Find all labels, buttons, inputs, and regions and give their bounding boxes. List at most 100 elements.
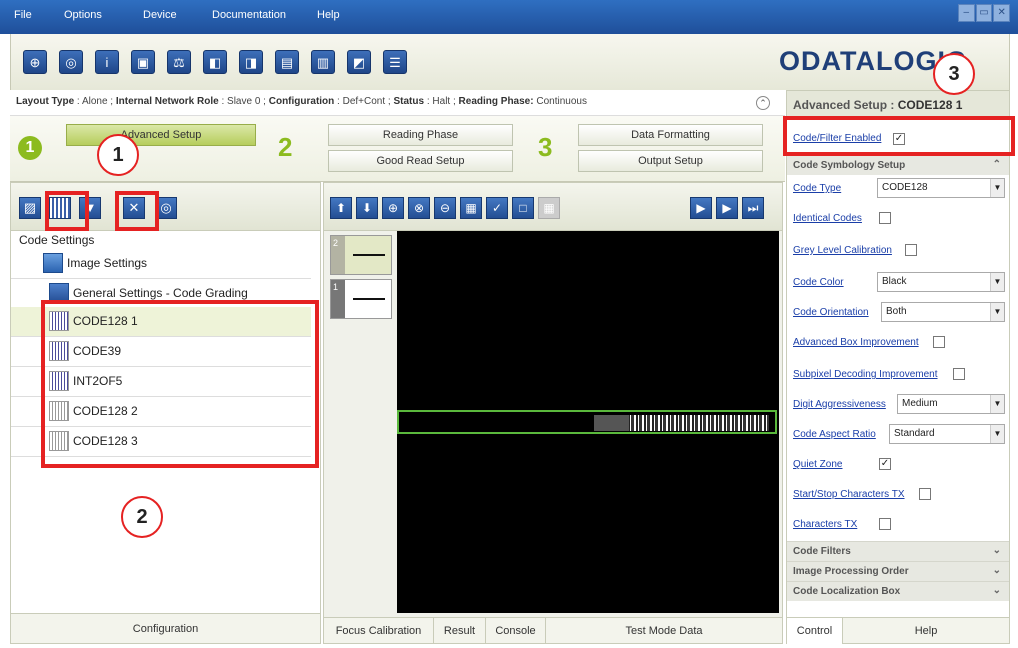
capture-icon[interactable]: ▶	[690, 197, 712, 219]
add-image-icon[interactable]: ▨	[19, 197, 41, 219]
window-icon[interactable]: ▣	[131, 50, 155, 74]
section-label: Code Localization Box	[793, 586, 901, 597]
frame-icon[interactable]: □	[512, 197, 534, 219]
digit-aggressiveness-select[interactable]: Medium ▼	[897, 394, 1005, 414]
menu-options[interactable]: Options	[64, 9, 102, 21]
code-color-link[interactable]: Code Color	[793, 277, 844, 288]
reading-phase-button[interactable]: Reading Phase	[328, 124, 513, 146]
image-display[interactable]	[397, 231, 779, 613]
menu-device[interactable]: Device	[143, 9, 177, 21]
move-up-icon[interactable]: ⬆	[330, 197, 352, 219]
zoom-in-icon[interactable]: ⊕	[382, 197, 404, 219]
tree-item-label: General Settings - Code Grading	[73, 286, 248, 300]
configuration-value: Def+Cont	[342, 96, 386, 107]
code-color-value: Black	[882, 276, 907, 287]
digit-aggressiveness-link[interactable]: Digit Aggressiveness	[793, 399, 886, 410]
callout-3: 3	[933, 53, 975, 95]
tree-root-code-settings[interactable]: Code Settings	[11, 231, 311, 249]
tree-item-label: Image Settings	[67, 256, 148, 270]
close-button[interactable]: ✕	[993, 4, 1011, 22]
menu-file[interactable]: File	[14, 9, 32, 21]
identical-codes-checkbox[interactable]	[879, 212, 891, 224]
advanced-box-link[interactable]: Advanced Box Improvement	[793, 337, 919, 348]
characters-tx-checkbox[interactable]	[879, 518, 891, 530]
menu-documentation[interactable]: Documentation	[212, 9, 286, 21]
tab-control[interactable]: Control	[787, 618, 843, 644]
aspect-ratio-link[interactable]: Code Aspect Ratio	[793, 429, 876, 440]
annotation-box-delete	[115, 191, 159, 231]
start-stop-link[interactable]: Start/Stop Characters TX	[793, 489, 905, 500]
section-label: Code Filters	[793, 546, 851, 557]
start-stop-checkbox[interactable]	[919, 488, 931, 500]
disconnect-icon[interactable]: ◎	[59, 50, 83, 74]
viewer-tabs: Focus Calibration Result Console Test Mo…	[324, 617, 782, 644]
grey-level-link[interactable]: Grey Level Calibration	[793, 245, 892, 256]
tab-result[interactable]: Result	[434, 618, 486, 644]
code-type-select[interactable]: CODE128 ▼	[877, 178, 1005, 198]
maximize-button[interactable]: ▭	[975, 4, 993, 22]
chevron-down-icon: ⌄	[992, 565, 1001, 576]
thumbnail-preview	[353, 298, 385, 300]
device-settings-icon[interactable]: ◨	[239, 50, 263, 74]
panel-title-prefix: Advanced Setup :	[793, 98, 895, 112]
tab-help[interactable]: Help	[843, 618, 1009, 644]
section-code-localization-box[interactable]: Code Localization Box ⌄	[787, 581, 1009, 601]
advanced-box-checkbox[interactable]	[933, 336, 945, 348]
image-thumbnail[interactable]: 1	[330, 279, 392, 319]
advanced-setup-button[interactable]: Advanced Setup	[66, 124, 256, 146]
code-orientation-select[interactable]: Both ▼	[881, 302, 1005, 322]
network-icon[interactable]: ☰	[383, 50, 407, 74]
menu-help[interactable]: Help	[317, 9, 340, 21]
subpixel-link[interactable]: Subpixel Decoding Improvement	[793, 369, 938, 380]
image-settings-icon	[43, 253, 63, 273]
code-type-link[interactable]: Code Type	[793, 183, 841, 194]
code-orientation-link[interactable]: Code Orientation	[793, 307, 869, 318]
code-color-select[interactable]: Black ▼	[877, 272, 1005, 292]
code-localization-box[interactable]	[397, 410, 777, 434]
characters-tx-link[interactable]: Characters TX	[793, 519, 857, 530]
diagnostics-icon[interactable]: ◩	[347, 50, 371, 74]
subpixel-checkbox[interactable]	[953, 368, 965, 380]
data-formatting-button[interactable]: Data Formatting	[578, 124, 763, 146]
section-image-processing-order[interactable]: Image Processing Order ⌄	[787, 561, 1009, 581]
tab-focus-calibration[interactable]: Focus Calibration	[324, 618, 434, 644]
chevron-down-icon: ▼	[990, 425, 1004, 443]
tab-test-mode-data[interactable]: Test Mode Data	[546, 618, 782, 644]
zoom-out-icon[interactable]: ⊖	[434, 197, 456, 219]
grid-icon[interactable]: ▦	[538, 197, 560, 219]
play-icon[interactable]: ▶	[716, 197, 738, 219]
step-forward-icon[interactable]: ⏭	[742, 197, 764, 219]
output-setup-button[interactable]: Output Setup	[578, 150, 763, 172]
save-image-icon[interactable]: ▦	[460, 197, 482, 219]
chevron-down-icon: ⌄	[992, 585, 1001, 596]
info-icon[interactable]: i	[95, 50, 119, 74]
good-read-setup-button[interactable]: Good Read Setup	[328, 150, 513, 172]
receive-config-icon[interactable]: ▥	[311, 50, 335, 74]
image-thumbnail[interactable]: 2	[330, 235, 392, 275]
chevron-down-icon: ▼	[990, 395, 1004, 413]
minimize-button[interactable]: –	[958, 4, 975, 22]
section-code-filters[interactable]: Code Filters ⌄	[787, 541, 1009, 561]
collapse-icon[interactable]: ⌃	[756, 96, 770, 110]
send-config-icon[interactable]: ▤	[275, 50, 299, 74]
search-device-icon[interactable]: ◧	[203, 50, 227, 74]
check-icon[interactable]: ✓	[486, 197, 508, 219]
tab-console[interactable]: Console	[486, 618, 546, 644]
move-down-icon[interactable]: ⬇	[356, 197, 378, 219]
zoom-fit-icon[interactable]: ⊗	[408, 197, 430, 219]
configuration-tab[interactable]: Configuration	[11, 613, 320, 643]
callout-1: 1	[97, 134, 139, 176]
quiet-zone-checkbox[interactable]: ✓	[879, 458, 891, 470]
image-viewer-panel: ⬆ ⬇ ⊕ ⊗ ⊖ ▦ ✓ □ ▦ ▶ ▶ ⏭ 2 1 Focus Calibr…	[323, 182, 783, 644]
section-code-symbology[interactable]: Code Symbology Setup ⌃	[787, 155, 1009, 175]
compare-icon[interactable]: ⚖	[167, 50, 191, 74]
identical-codes-link[interactable]: Identical Codes	[793, 213, 862, 224]
quiet-zone-link[interactable]: Quiet Zone	[793, 459, 842, 470]
tree-item-image-settings[interactable]: Image Settings	[11, 249, 311, 279]
callout-2: 2	[121, 496, 163, 538]
connect-icon[interactable]: ⊕	[23, 50, 47, 74]
annotation-box-code-filter	[783, 116, 1015, 156]
aspect-ratio-select[interactable]: Standard ▼	[889, 424, 1005, 444]
grey-level-checkbox[interactable]	[905, 244, 917, 256]
reading-phase-label: Reading Phase:	[458, 96, 534, 107]
